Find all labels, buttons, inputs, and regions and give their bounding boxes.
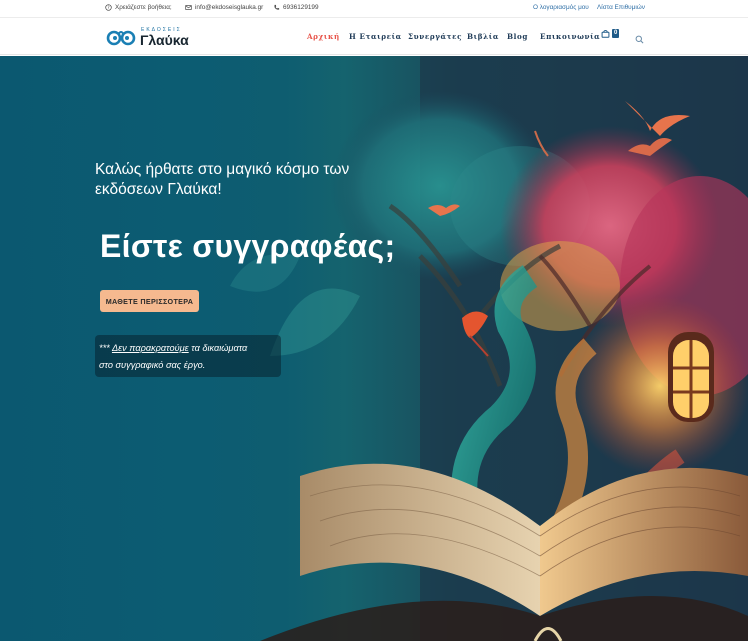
phone-label: 6936129199: [283, 4, 319, 11]
hero-banner: Καλώς ήρθατε στο μαγικό κόσμο των εκδόσε…: [0, 56, 748, 641]
notice-line2: στο συγγραφικό σας έργο.: [99, 360, 206, 370]
search-icon: [635, 35, 644, 44]
svg-text:?: ?: [107, 5, 109, 10]
search-button[interactable]: [635, 31, 644, 44]
shopping-bag-icon: [601, 29, 610, 38]
notice-rest: τα δικαιώματα: [191, 343, 248, 353]
help-label: Χρειάζεστε βοήθεια;: [115, 4, 172, 11]
cart-count-badge: 0: [612, 29, 620, 38]
nav-partners[interactable]: Συνεργάτες: [408, 32, 462, 41]
help-circle-icon: ?: [105, 4, 112, 11]
nav-blog[interactable]: Blog: [507, 32, 528, 41]
wishlist-link[interactable]: Λίστα Επιθυμιών: [597, 4, 645, 11]
rights-notice: *** Δεν παρακρατούμε τα δικαιώματα στο σ…: [95, 335, 281, 377]
phone-icon: [274, 4, 280, 10]
top-bar: ? Χρειάζεστε βοήθεια; info@ekdoseisglauk…: [0, 0, 748, 18]
hero-welcome-text: Καλώς ήρθατε στο μαγικό κόσμο των εκδόσε…: [95, 161, 350, 198]
nav-contact[interactable]: Επικοινωνία: [540, 32, 600, 41]
help-link[interactable]: ? Χρειάζεστε βοήθεια;: [105, 4, 172, 11]
account-link[interactable]: Ο λογαριασμός μου: [533, 4, 589, 11]
site-header: ΕΚΔΟΣΕΙΣ Γλαύκα Αρχική Η Εταιρεία Συνεργ…: [0, 19, 748, 55]
notice-link[interactable]: Δεν παρακρατούμε: [112, 343, 189, 353]
cart-button[interactable]: 0: [601, 29, 620, 38]
logo-name: Γλαύκα: [140, 31, 189, 48]
nav-home[interactable]: Αρχική: [307, 32, 340, 41]
owl-glasses-icon: [106, 30, 136, 46]
email-label: info@ekdoseisglauka.gr: [195, 4, 264, 11]
logo-text: ΕΚΔΟΣΕΙΣ Γλαύκα: [140, 27, 189, 48]
nav-company[interactable]: Η Εταιρεία: [349, 32, 402, 41]
notice-prefix: ***: [99, 343, 110, 353]
phone-link[interactable]: 6936129199: [273, 4, 319, 11]
nav-books[interactable]: Βιβλία: [467, 32, 499, 41]
mail-icon: [185, 5, 192, 10]
learn-more-button[interactable]: ΜΑΘΕΤΕ ΠΕΡΙΣΣΟΤΕΡΑ: [100, 290, 199, 312]
hero-headline: Είστε συγγραφέας;: [100, 228, 396, 264]
site-logo[interactable]: ΕΚΔΟΣΕΙΣ Γλαύκα: [106, 24, 189, 50]
email-link[interactable]: info@ekdoseisglauka.gr: [185, 4, 263, 11]
